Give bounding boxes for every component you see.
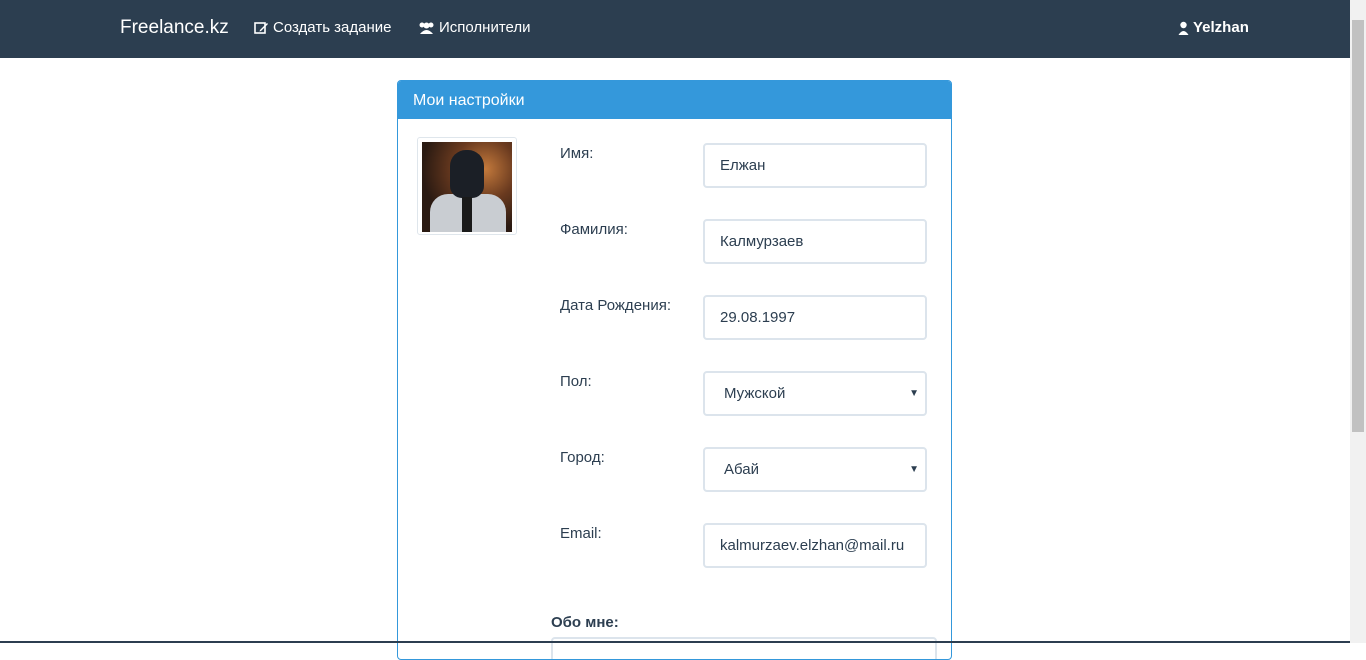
users-icon bbox=[418, 21, 435, 35]
city-label: Город: bbox=[560, 449, 605, 466]
city-select[interactable]: Абай ▼ bbox=[703, 447, 927, 492]
create-task-label: Создать задание bbox=[273, 19, 392, 36]
last-name-field[interactable]: Калмурзаев bbox=[703, 219, 927, 264]
panel-title: Мои настройки bbox=[398, 81, 951, 119]
top-navbar: Freelance.kz Создать задание Исполнители… bbox=[0, 0, 1350, 58]
create-task-link[interactable]: Создать задание bbox=[254, 19, 392, 36]
avatar[interactable] bbox=[417, 137, 517, 235]
email-field[interactable]: kalmurzaev.elzhan@mail.ru bbox=[703, 523, 927, 568]
gender-label: Пол: bbox=[560, 373, 592, 390]
scrollbar-thumb[interactable] bbox=[1352, 20, 1364, 432]
avatar-image bbox=[422, 142, 512, 232]
caret-down-icon: ▼ bbox=[909, 464, 919, 475]
brand-link[interactable]: Freelance.kz bbox=[120, 17, 229, 39]
birth-date-field[interactable]: 29.08.1997 bbox=[703, 295, 927, 340]
gender-select[interactable]: Мужской ▼ bbox=[703, 371, 927, 416]
user-icon bbox=[1178, 21, 1189, 35]
gender-value: Мужской bbox=[724, 385, 785, 402]
birth-date-label: Дата Рождения: bbox=[560, 297, 671, 314]
edit-icon bbox=[254, 21, 269, 35]
executors-link[interactable]: Исполнители bbox=[418, 19, 531, 36]
first-name-label: Имя: bbox=[560, 145, 593, 162]
page-scrollbar[interactable] bbox=[1350, 0, 1366, 643]
first-name-field[interactable]: Елжан bbox=[703, 143, 927, 188]
settings-panel: Мои настройки Имя: Елжан Фамилия: Калмур… bbox=[397, 80, 952, 660]
city-value: Абай bbox=[724, 461, 759, 478]
executors-label: Исполнители bbox=[439, 19, 531, 36]
user-menu-link[interactable]: Yelzhan bbox=[1178, 19, 1249, 36]
caret-down-icon: ▼ bbox=[909, 388, 919, 399]
last-name-label: Фамилия: bbox=[560, 221, 628, 238]
email-label: Email: bbox=[560, 525, 602, 542]
user-name: Yelzhan bbox=[1193, 19, 1249, 36]
about-label: Обо мне: bbox=[551, 614, 619, 631]
